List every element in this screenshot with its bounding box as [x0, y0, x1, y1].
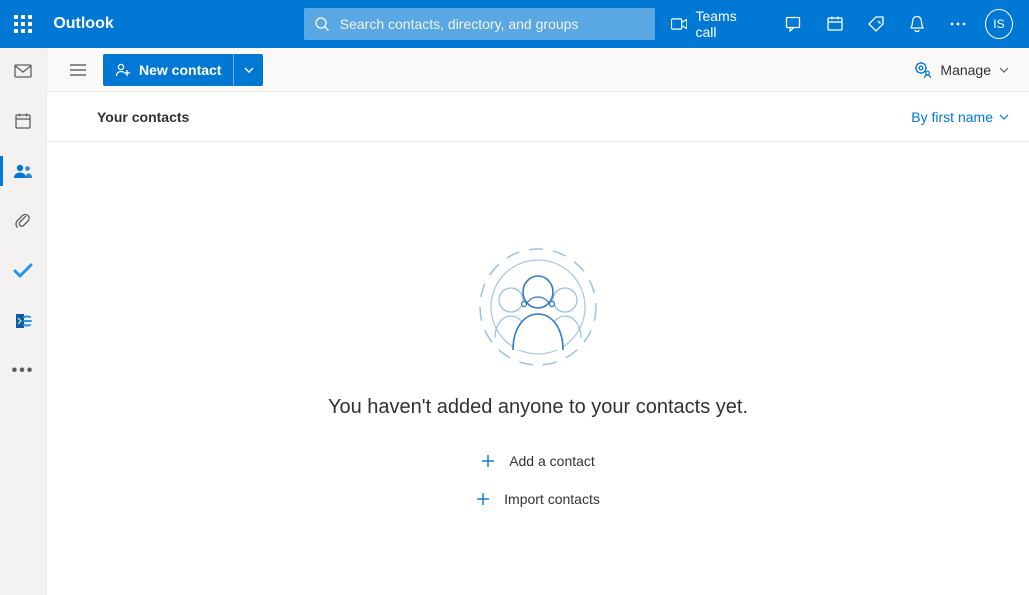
sort-button[interactable]: By first name — [911, 109, 1009, 125]
search-input[interactable]: Search contacts, directory, and groups — [304, 8, 655, 40]
paperclip-icon — [15, 212, 31, 230]
search-icon — [314, 16, 330, 32]
rail-yammer[interactable] — [0, 310, 47, 332]
new-contact-label: New contact — [139, 62, 221, 78]
profile-avatar[interactable]: IS — [985, 9, 1013, 39]
rail-people[interactable] — [0, 160, 47, 182]
new-contact-button[interactable]: New contact — [103, 54, 233, 86]
calendar-icon — [826, 15, 844, 33]
chat-button[interactable] — [773, 0, 814, 48]
calendar-icon — [14, 112, 32, 130]
empty-message: You haven't added anyone to your contact… — [328, 396, 748, 419]
rail-files[interactable] — [0, 210, 47, 232]
chevron-down-icon — [244, 67, 254, 73]
add-contact-label: Add a contact — [509, 453, 595, 469]
avatar-initials: IS — [993, 17, 1004, 31]
teams-call-label: Teams call — [695, 8, 756, 40]
plus-icon — [481, 454, 495, 468]
add-contact-button[interactable]: Add a contact — [481, 453, 595, 469]
new-contact-dropdown-button[interactable] — [233, 54, 263, 86]
video-icon — [671, 17, 688, 31]
rail-mail[interactable] — [0, 60, 47, 82]
search-placeholder-text: Search contacts, directory, and groups — [340, 16, 579, 32]
rail-calendar[interactable] — [0, 110, 47, 132]
manage-button[interactable]: Manage — [914, 61, 1009, 79]
calendar-share-button[interactable] — [814, 0, 855, 48]
app-header: Outlook Search contacts, directory, and … — [0, 0, 1029, 48]
import-contacts-label: Import contacts — [504, 491, 600, 507]
bell-icon — [909, 15, 925, 33]
more-icon — [949, 22, 967, 26]
check-icon — [13, 263, 33, 279]
new-contact-split-button: New contact — [103, 54, 263, 86]
rail-more[interactable]: ••• — [0, 360, 47, 382]
yammer-icon — [13, 311, 33, 331]
plus-icon — [476, 492, 490, 506]
chat-icon — [785, 15, 803, 33]
empty-contacts-illustration — [473, 242, 603, 372]
chevron-down-icon — [999, 114, 1009, 120]
app-launcher-button[interactable] — [0, 0, 45, 48]
teams-call-button[interactable]: Teams call — [655, 0, 773, 48]
gear-person-icon — [914, 61, 932, 79]
menu-icon — [70, 64, 86, 76]
notifications-button[interactable] — [896, 0, 937, 48]
mail-icon — [14, 64, 32, 78]
waffle-icon — [14, 15, 32, 33]
left-rail: ••• — [0, 48, 47, 595]
empty-state: You haven't added anyone to your contact… — [47, 142, 1029, 595]
command-bar: New contact Manage — [47, 48, 1029, 92]
chevron-down-icon — [999, 67, 1009, 73]
rail-todo[interactable] — [0, 260, 47, 282]
tips-button[interactable] — [855, 0, 896, 48]
manage-label: Manage — [940, 62, 991, 78]
add-contact-icon — [115, 62, 131, 78]
people-icon — [13, 163, 33, 179]
more-button[interactable] — [938, 0, 979, 48]
nav-toggle-button[interactable] — [61, 53, 95, 87]
import-contacts-button[interactable]: Import contacts — [476, 491, 600, 507]
more-icon: ••• — [12, 362, 35, 380]
app-title: Outlook — [53, 15, 113, 33]
page-title: Your contacts — [97, 109, 189, 125]
sort-label: By first name — [911, 109, 993, 125]
tag-icon — [867, 15, 885, 33]
contacts-subheader: Your contacts By first name — [47, 92, 1029, 142]
